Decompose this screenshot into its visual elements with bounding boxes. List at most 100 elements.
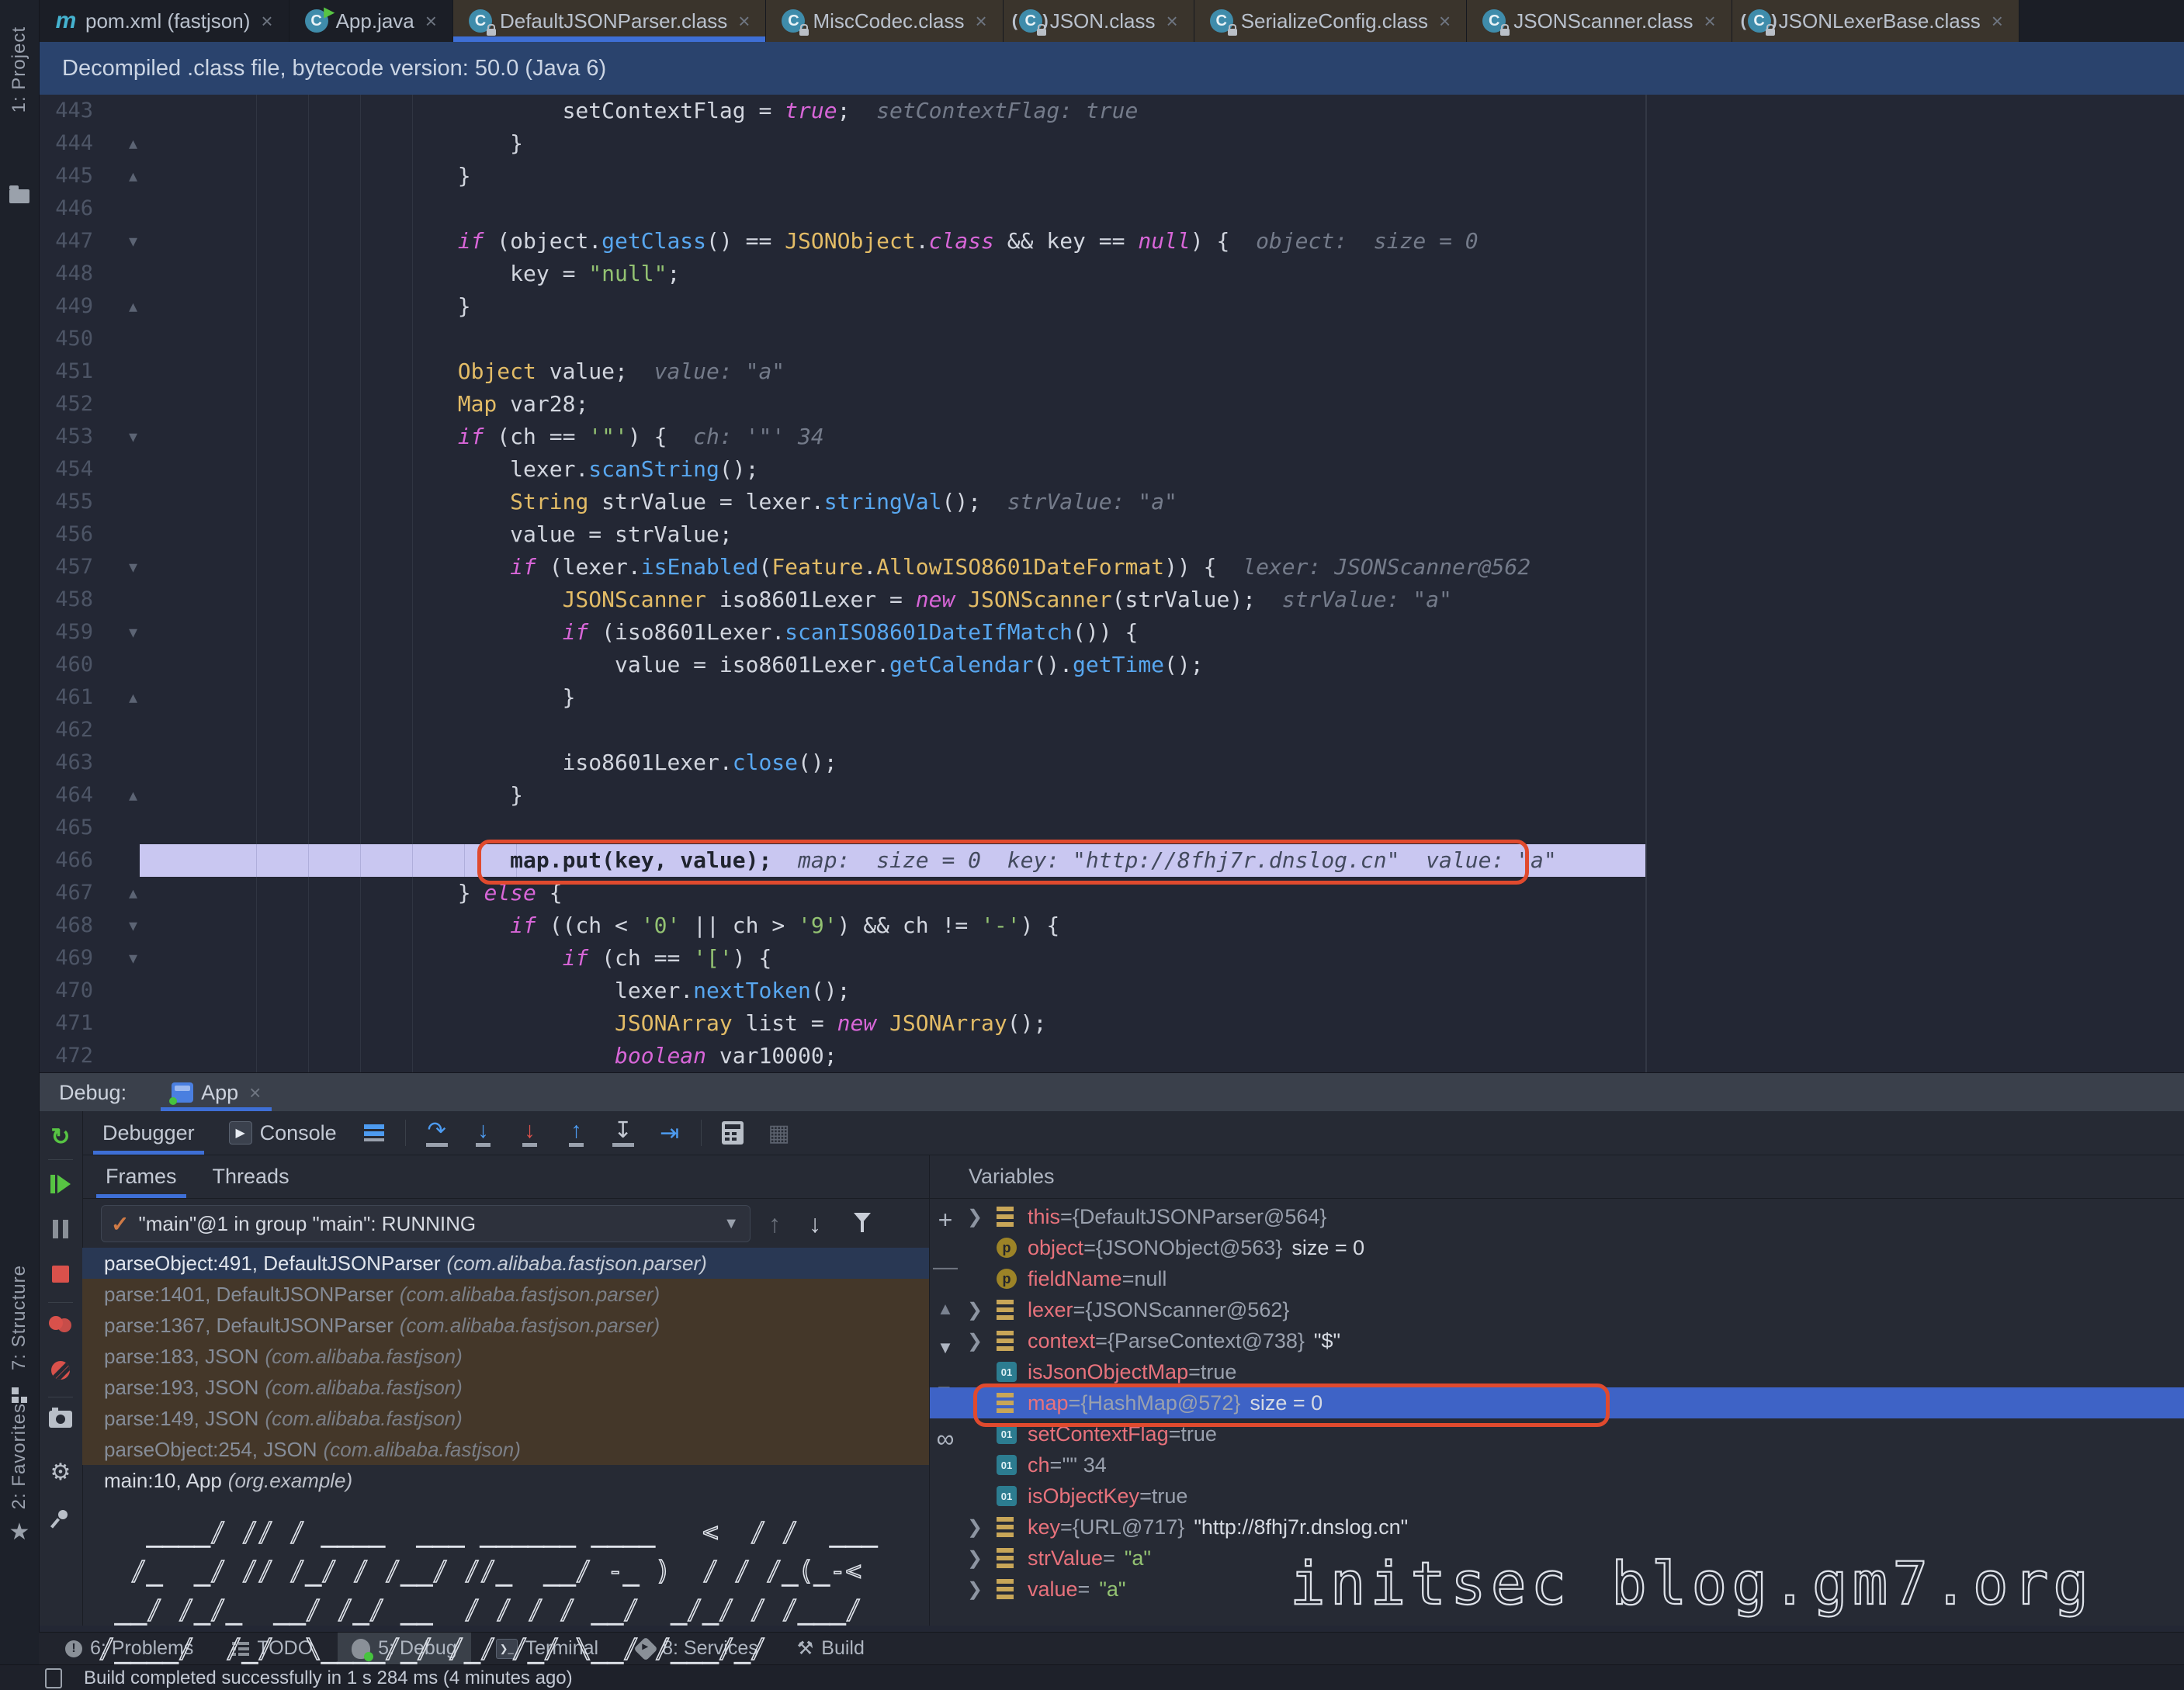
close-icon[interactable]: ×	[1992, 9, 2003, 33]
lock-overlay-icon	[1500, 29, 1510, 36]
chevron-right-icon[interactable]: ❯	[967, 1547, 983, 1570]
editor-tab-app-java[interactable]: C▶App.java×	[289, 0, 453, 42]
fold-start-icon[interactable]: ▾	[129, 551, 137, 584]
layout-settings-icon[interactable]: ▦	[765, 1120, 793, 1147]
line-number: 449	[50, 290, 93, 323]
structure-tool-button[interactable]: 7: Structure	[0, 1265, 39, 1370]
fold-start-icon[interactable]: ▾	[129, 909, 137, 942]
chevron-right-icon[interactable]: ❯	[967, 1299, 983, 1321]
pause-icon[interactable]	[39, 1217, 82, 1238]
view-breakpoints-icon[interactable]	[39, 1311, 82, 1332]
editor-tab-pom-xml-fastjson-[interactable]: mpom.xml (fastjson)×	[39, 0, 289, 42]
variable-row-value[interactable]: ❯value = "a"	[930, 1574, 2184, 1605]
variable-row-key[interactable]: ❯key = {URL@717}"http://8fhj7r.dnslog.cn…	[930, 1512, 2184, 1543]
resume-icon[interactable]	[39, 1172, 82, 1193]
frame-up-icon[interactable]: ↑	[768, 1210, 781, 1238]
variable-row-isObjectKey[interactable]: 01isObjectKey = true	[930, 1480, 2184, 1512]
fold-start-icon[interactable]: ▾	[129, 616, 137, 649]
drop-frame-icon[interactable]: ↧	[609, 1120, 637, 1147]
run-to-cursor-icon[interactable]: ⇥	[656, 1120, 684, 1147]
fold-start-icon[interactable]: ▾	[129, 942, 137, 975]
fold-start-icon[interactable]: ▾	[129, 225, 137, 258]
variable-row-ch[interactable]: 01ch = '"' 34	[930, 1449, 2184, 1480]
stack-frame-row[interactable]: parse:1401, DefaultJSONParser(com.alibab…	[82, 1279, 929, 1310]
close-icon[interactable]: ×	[249, 1081, 261, 1105]
stack-frame-row[interactable]: main:10, App(org.example)	[82, 1465, 929, 1496]
stack-frame-row[interactable]: parse:149, JSON(com.alibaba.fastjson)	[82, 1403, 929, 1434]
mute-breakpoints-icon[interactable]	[39, 1358, 82, 1380]
toolbar-item-build[interactable]: ⚒Build	[783, 1633, 879, 1665]
thread-dropdown[interactable]: ✓ "main"@1 in group "main": RUNNING ▼	[101, 1205, 751, 1242]
editor-tab-serializeconfig-class[interactable]: CSerializeConfig.class×	[1194, 0, 1468, 42]
stack-frame-row[interactable]: parseObject:254, JSON(com.alibaba.fastjs…	[82, 1434, 929, 1465]
filter-funnel-icon[interactable]	[854, 1213, 871, 1223]
editor-tab-defaultjsonparser-class[interactable]: CDefaultJSONParser.class×	[453, 0, 767, 42]
debug-settings-gear-icon[interactable]: ⚙	[39, 1459, 82, 1486]
toolbar-item-6-problems[interactable]: !6: Problems	[51, 1633, 207, 1665]
variable-row-isJsonObjectMap[interactable]: 01isJsonObjectMap = true	[930, 1356, 2184, 1387]
tab-frames[interactable]: Frames	[93, 1155, 189, 1198]
close-icon[interactable]: ×	[1704, 9, 1715, 33]
editor-tab-jsonlexerbase-class[interactable]: CJSONLexerBase.class×	[1732, 0, 2019, 42]
variable-row-map[interactable]: map = {HashMap@572}size = 0	[930, 1387, 2184, 1418]
stack-frame-row[interactable]: parse:1367, DefaultJSONParser(com.alibab…	[82, 1310, 929, 1341]
force-step-into-icon[interactable]: ↓	[516, 1120, 544, 1147]
close-icon[interactable]: ×	[261, 9, 272, 33]
code-text: setContextFlag = true; setContextFlag: t…	[248, 95, 1138, 127]
code-editor[interactable]: 443 setContextFlag = true; setContextFla…	[39, 95, 2184, 1072]
fold-end-icon[interactable]: ▴	[129, 779, 137, 812]
editor-tab-jsonscanner-class[interactable]: CJSONScanner.class×	[1467, 0, 1732, 42]
stack-frame-row[interactable]: parse:183, JSON(com.alibaba.fastjson)	[82, 1341, 929, 1372]
variable-row-this[interactable]: ❯this = {DefaultJSONParser@564}	[930, 1201, 2184, 1232]
toolbar-item-5-debug[interactable]: 5: Debug	[338, 1633, 470, 1665]
frame-down-icon[interactable]: ↓	[809, 1210, 821, 1238]
step-over-icon[interactable]: ↷	[423, 1120, 451, 1147]
stack-frame-row[interactable]: parseObject:491, DefaultJSONParser(com.a…	[82, 1248, 929, 1279]
editor-tab-label: JSONLexerBase.class	[1779, 9, 1981, 33]
code-line-450: 450	[39, 323, 2184, 355]
debug-session-tab-app[interactable]: App ×	[161, 1073, 272, 1112]
chevron-right-icon[interactable]: ❯	[967, 1516, 983, 1539]
variable-row-context[interactable]: ❯context = {ParseContext@738}"$"	[930, 1325, 2184, 1356]
chevron-right-icon[interactable]: ❯	[967, 1206, 983, 1228]
toolwindow-toggle-icon[interactable]	[45, 1668, 62, 1688]
fold-end-icon[interactable]: ▴	[129, 877, 137, 909]
close-icon[interactable]: ×	[1439, 9, 1451, 33]
toolbar-item-8-services[interactable]: 8: Services	[623, 1633, 772, 1665]
stop-icon[interactable]	[39, 1262, 82, 1283]
close-icon[interactable]: ×	[976, 9, 987, 33]
variable-row-lexer[interactable]: ❯lexer = {JSONScanner@562}	[930, 1294, 2184, 1325]
tab-console[interactable]: ▶ Console	[215, 1111, 351, 1155]
toolbar-item-todo[interactable]: TODO	[218, 1633, 327, 1665]
rerun-icon[interactable]: ↻	[39, 1124, 82, 1151]
tab-threads[interactable]: Threads	[200, 1155, 302, 1198]
close-icon[interactable]: ×	[1167, 9, 1178, 33]
step-out-icon[interactable]: ↑	[563, 1120, 591, 1147]
variable-row-object[interactable]: pobject = {JSONObject@563}size = 0	[930, 1232, 2184, 1263]
toolbar-item-terminal[interactable]: ❯_Terminal	[482, 1633, 612, 1665]
variable-row-strValue[interactable]: ❯strValue = "a"	[930, 1543, 2184, 1574]
fold-end-icon[interactable]: ▴	[129, 290, 137, 323]
stack-frame-row[interactable]: parse:193, JSON(com.alibaba.fastjson)	[82, 1372, 929, 1403]
close-icon[interactable]: ×	[425, 9, 437, 33]
fold-end-icon[interactable]: ▴	[129, 160, 137, 192]
thread-dump-camera-icon[interactable]	[39, 1408, 82, 1428]
chevron-right-icon[interactable]: ❯	[967, 1330, 983, 1352]
code-line-443: 443 setContextFlag = true; setContextFla…	[39, 95, 2184, 127]
close-icon[interactable]: ×	[738, 9, 750, 33]
fold-end-icon[interactable]: ▴	[129, 127, 137, 160]
variable-row-fieldName[interactable]: pfieldName = null	[930, 1263, 2184, 1294]
tab-debugger[interactable]: Debugger	[88, 1111, 209, 1155]
evaluate-expression-icon[interactable]	[719, 1121, 747, 1145]
fold-end-icon[interactable]: ▴	[129, 681, 137, 714]
favorites-tool-button[interactable]: 2: Favorites	[0, 1403, 39, 1509]
editor-tab-json-class[interactable]: CJSON.class×	[1004, 0, 1194, 42]
fold-start-icon[interactable]: ▾	[129, 421, 137, 453]
chevron-right-icon[interactable]: ❯	[967, 1578, 983, 1601]
pin-icon[interactable]	[39, 1508, 82, 1529]
editor-tab-misccodec-class[interactable]: CMiscCodec.class×	[766, 0, 1003, 42]
step-into-icon[interactable]: ↓	[470, 1120, 497, 1147]
project-tool-button[interactable]: 1: Project	[0, 26, 39, 113]
star-icon: ★	[0, 1521, 39, 1544]
view-options-icon[interactable]	[360, 1124, 388, 1141]
